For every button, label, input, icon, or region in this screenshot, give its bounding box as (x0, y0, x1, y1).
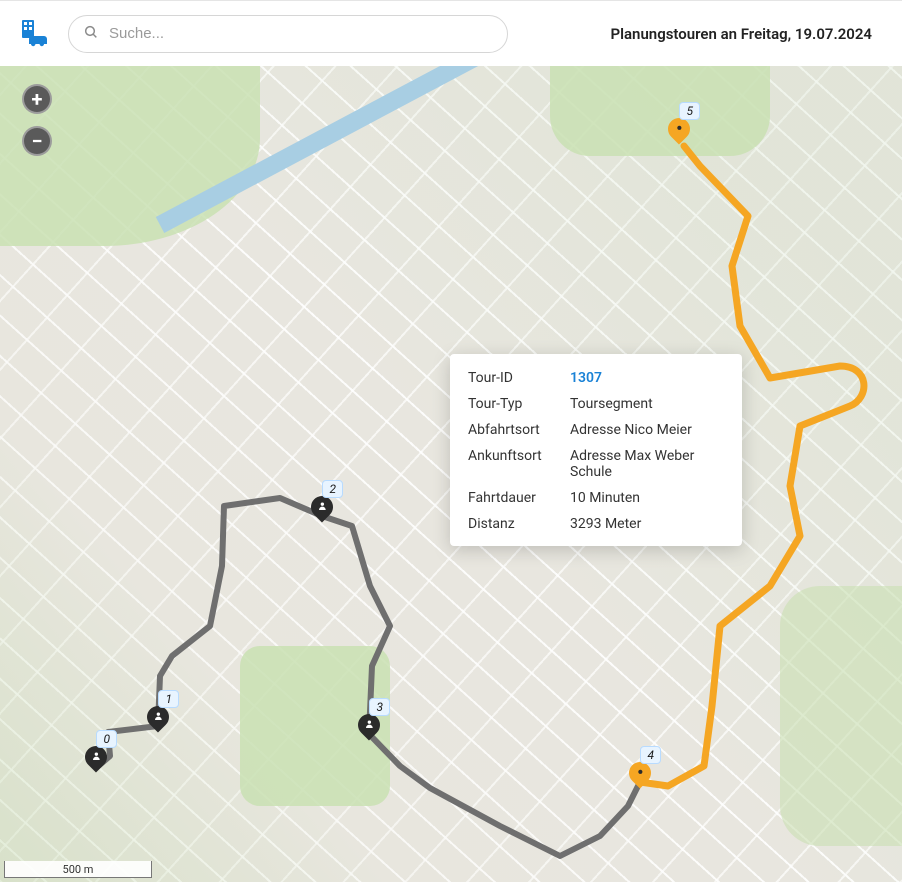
tooltip-row: Tour-ID1307 (468, 370, 724, 386)
map-canvas[interactable]: + − 500 m 012345 Tour-ID1307Tour-TypTour… (0, 66, 902, 882)
tooltip-row: AbfahrtsortAdresse Nico Meier (468, 422, 724, 438)
search-field[interactable] (68, 15, 508, 53)
tooltip-value: 3293 Meter (570, 516, 724, 532)
tooltip-value: 10 Minuten (570, 490, 724, 506)
tooltip-row: AnkunftsortAdresse Max Weber Schule (468, 448, 724, 480)
search-field-wrap (68, 15, 508, 53)
waypoint-marker-5[interactable]: 5 (668, 118, 690, 140)
tooltip-value: Toursegment (570, 396, 724, 412)
tooltip-value-link[interactable]: 1307 (570, 370, 724, 386)
waypoint-number-badge: 1 (158, 690, 179, 708)
tooltip-key: Tour-ID (468, 370, 570, 386)
waypoint-number-badge: 3 (369, 698, 390, 716)
waypoint-marker-0[interactable]: 0 (85, 746, 107, 768)
tooltip-value: Adresse Max Weber Schule (570, 448, 724, 480)
zoom-out-button[interactable]: − (22, 126, 52, 156)
tooltip-key: Fahrtdauer (468, 490, 570, 506)
waypoint-number-badge: 5 (679, 102, 700, 120)
tooltip-key: Distanz (468, 516, 570, 532)
tooltip-key: Tour-Typ (468, 396, 570, 412)
tour-tooltip: Tour-ID1307Tour-TypToursegmentAbfahrtsor… (450, 354, 742, 546)
tooltip-key: Ankunftsort (468, 448, 570, 480)
tooltip-row: Fahrtdauer10 Minuten (468, 490, 724, 506)
tooltip-row: Tour-TypToursegment (468, 396, 724, 412)
tooltip-key: Abfahrtsort (468, 422, 570, 438)
route-segment-gray[interactable] (96, 498, 640, 856)
waypoint-marker-3[interactable]: 3 (358, 714, 380, 736)
waypoint-number-badge: 0 (96, 730, 117, 748)
waypoint-marker-4[interactable]: 4 (629, 762, 651, 784)
zoom-controls: + − (22, 84, 52, 156)
scale-bar: 500 m (4, 861, 152, 878)
search-input[interactable] (109, 25, 493, 42)
app-logo-icon (18, 18, 50, 50)
page-title: Planungstouren an Freitag, 19.07.2024 (610, 25, 884, 43)
waypoint-number-badge: 4 (640, 746, 661, 764)
waypoint-number-badge: 2 (322, 480, 343, 498)
search-icon (83, 24, 99, 44)
waypoint-marker-2[interactable]: 2 (311, 496, 333, 518)
waypoint-marker-1[interactable]: 1 (147, 706, 169, 728)
header-bar: Planungstouren an Freitag, 19.07.2024 (0, 0, 902, 66)
tooltip-value: Adresse Nico Meier (570, 422, 724, 438)
zoom-in-button[interactable]: + (22, 84, 52, 114)
tooltip-row: Distanz3293 Meter (468, 516, 724, 532)
